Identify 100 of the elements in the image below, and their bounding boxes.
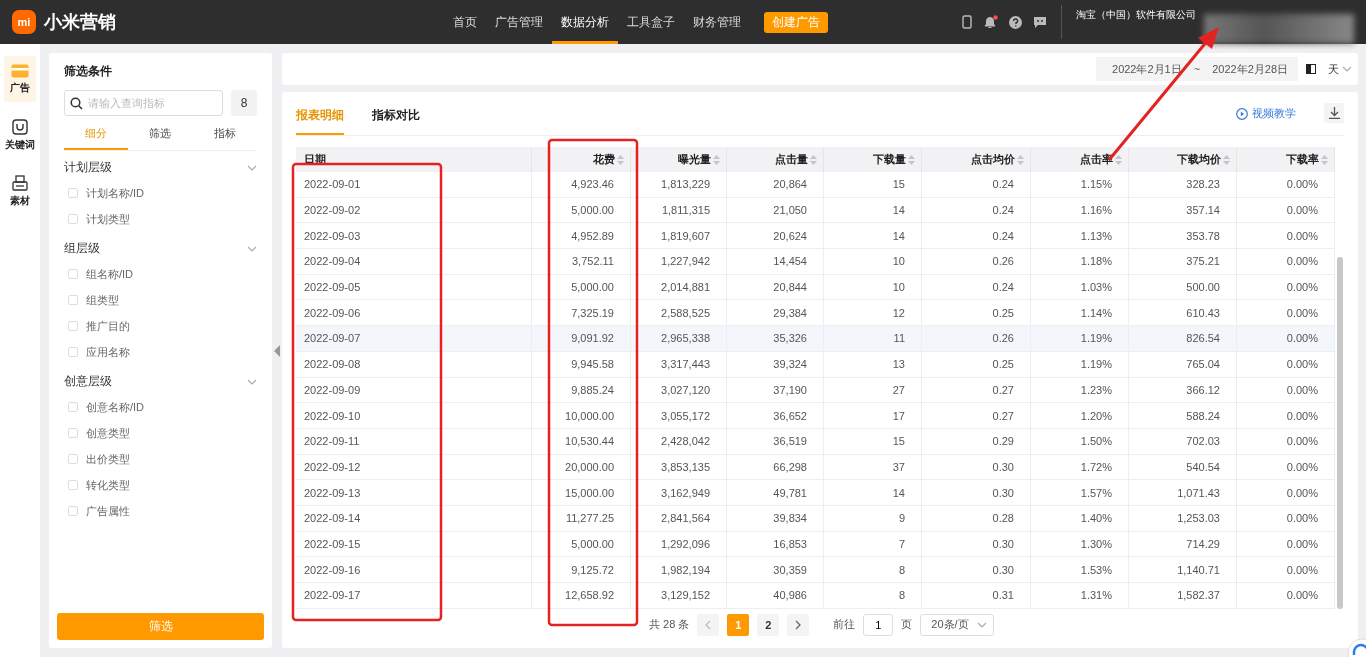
checkbox-option[interactable]: 计划类型 [64,206,257,232]
page-input[interactable]: 1 [863,613,894,636]
phone-icon[interactable] [962,15,972,29]
scrollbar-thumb[interactable] [1337,257,1343,609]
sort-icon[interactable] [1115,154,1122,165]
sort-icon[interactable] [713,154,720,165]
bag-icon [12,118,28,135]
table-cell: 0.00% [1237,531,1335,557]
table-cell: 9,091.92 [532,326,631,351]
page-size-select[interactable]: 20条/页 [920,613,995,636]
chevron-right-icon [795,619,802,630]
search-field[interactable]: 请输入查询指标 [64,90,223,116]
table-cell: 39,324 [727,351,824,377]
date-range-field[interactable]: 2022年2月1日 ~ 2022年2月28日 [1096,57,1298,81]
table-cell: 2022-09-05 [296,274,532,300]
chevron-down-icon[interactable] [977,621,988,628]
checkbox-option[interactable]: 计划名称/ID [64,180,257,206]
checkbox-option[interactable]: 转化类型 [64,472,257,498]
table-cell: 2022-09-15 [296,531,532,557]
report-tab[interactable]: 指标对比 [372,107,420,135]
rail-item[interactable]: 广告 [4,56,36,102]
video-tutorial-link[interactable]: 视频教学 [1236,106,1296,121]
next-page-button[interactable] [787,613,810,636]
table-cell: 1.72% [1031,454,1129,480]
sort-icon[interactable] [810,154,817,165]
table-cell: 0.30 [922,454,1031,480]
checkbox-option[interactable]: 广告属性 [64,498,257,524]
table-cell: 5,000.00 [532,274,631,300]
nav-item[interactable]: 数据分析 [552,0,618,44]
play-icon [1236,107,1248,120]
compare-icon[interactable] [1306,64,1316,74]
table-cell: 1.20% [1031,403,1129,428]
group-title: 创意层级 [64,373,112,390]
table-cell: 2022-09-07 [296,326,532,351]
nav-item[interactable]: 工具盒子 [618,0,684,44]
card-icon [11,63,29,78]
sort-icon[interactable] [908,154,915,165]
checkbox-option[interactable]: 出价类型 [64,446,257,472]
sort-icon[interactable] [1321,154,1328,165]
table-cell: 20,624 [727,223,824,249]
table-cell: 1.50% [1031,428,1129,454]
sort-icon[interactable] [617,154,624,165]
table-cell: 3,752.11 [532,249,631,274]
table-cell: 610.43 [1129,300,1237,326]
chevron-down-icon[interactable] [1342,66,1352,72]
table-cell: 0.30 [922,557,1031,582]
sort-icon[interactable] [1223,154,1230,165]
checkbox-option[interactable]: 组类型 [64,287,257,313]
goto-label: 前往 [833,617,856,633]
chevron-down-icon[interactable] [247,245,257,252]
table-cell: 12 [824,300,922,326]
table-cell: 0.00% [1237,197,1335,223]
checkbox-option[interactable]: 推广目的 [64,313,257,339]
table-cell: 40,986 [727,583,824,608]
table-cell: 21,050 [727,197,824,223]
filter-tab[interactable]: 指标 [192,120,257,150]
download-button[interactable] [1324,103,1344,123]
nav-item[interactable]: 财务管理 [684,0,750,44]
checkbox-option[interactable]: 创意名称/ID [64,394,257,420]
table-cell: 0.00% [1237,223,1335,249]
rail-item[interactable]: 素材 [4,168,36,214]
nav-item[interactable]: 广告管理 [486,0,552,44]
granularity-select[interactable]: 天 [1328,61,1352,77]
nav-item[interactable]: 首页 [444,0,486,44]
table-cell: 8 [824,557,922,582]
table-cell: 0.28 [922,505,1031,531]
checkbox-option[interactable]: 组名称/ID [64,261,257,287]
table-cell: 588.24 [1129,403,1237,428]
table-cell: 2022-09-13 [296,480,532,505]
table-cell: 1,292,096 [631,531,727,557]
table-cell: 2022-09-16 [296,557,532,582]
table-cell: 9,885.24 [532,377,631,403]
table-cell: 2022-09-14 [296,505,532,531]
table-cell: 5,000.00 [532,197,631,223]
table-cell: 1.40% [1031,505,1129,531]
chevron-down-icon[interactable] [247,378,257,385]
table-cell: 2,841,564 [631,505,727,531]
table-cell: 1.19% [1031,351,1129,377]
table-cell: 765.04 [1129,351,1237,377]
checkbox-option[interactable]: 创意类型 [64,420,257,446]
help-icon[interactable] [1009,15,1022,29]
table-cell: 36,652 [727,403,824,428]
bell-icon[interactable] [983,14,998,30]
table-cell: 0.26 [922,249,1031,274]
table-cell: 2,014,881 [631,274,727,300]
chat-icon[interactable] [1033,15,1047,29]
table-cell: 16,853 [727,531,824,557]
rail-item[interactable]: 关键词 [4,112,36,158]
sort-icon[interactable] [1017,154,1024,165]
table-cell: 0.00% [1237,557,1335,582]
company-name[interactable]: 淘宝（中国）软件有限公司 [1076,9,1196,21]
page-button[interactable]: 2 [757,613,780,636]
table-cell: 20,844 [727,274,824,300]
chevron-down-icon[interactable] [247,164,257,171]
checkbox-option[interactable]: 应用名称 [64,339,257,365]
collapse-handle-icon[interactable] [274,344,280,357]
prev-page-button[interactable] [697,613,720,636]
table-cell: 2022-09-09 [296,377,532,403]
table-cell: 3,317,443 [631,351,727,377]
filter-tab[interactable]: 筛选 [128,120,193,150]
